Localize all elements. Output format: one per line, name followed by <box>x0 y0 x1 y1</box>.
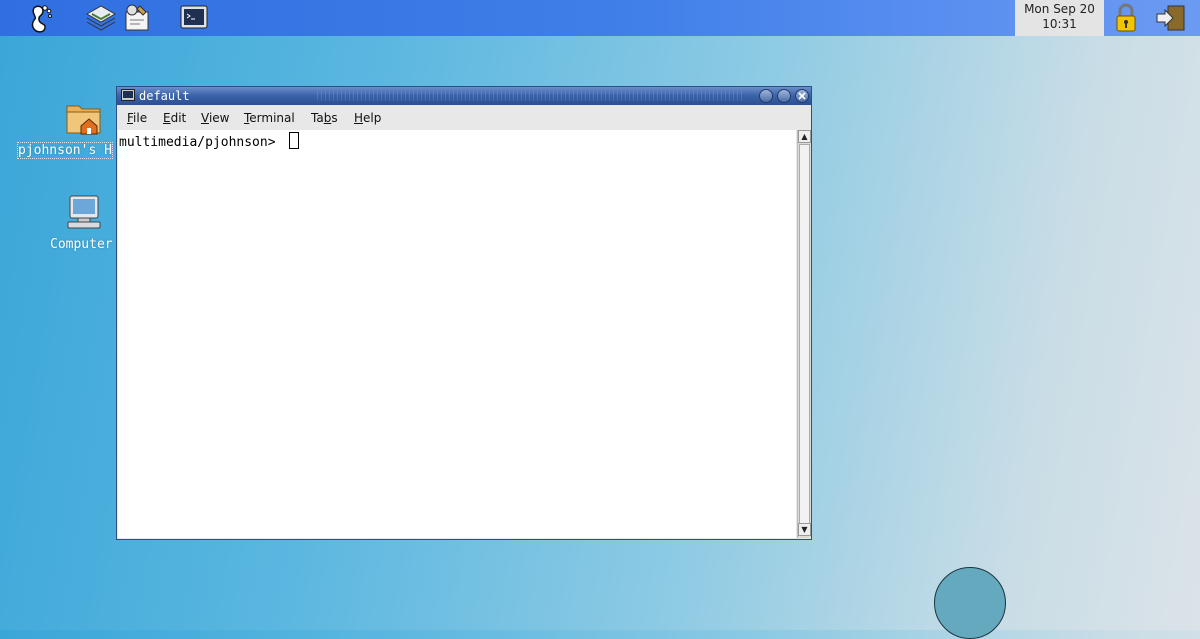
help-icon[interactable] <box>120 2 152 34</box>
scrollbar-thumb[interactable] <box>799 144 810 524</box>
shell-prompt: multimedia/pjohnson> <box>119 135 284 150</box>
text-cursor <box>289 132 300 149</box>
menu-help[interactable]: Help <box>354 111 381 125</box>
file-manager-icon[interactable] <box>84 2 117 34</box>
terminal-window: default File Edit View Terminal Tabs Hel… <box>116 86 812 540</box>
terminal-area[interactable]: multimedia/pjohnson> <box>118 130 796 538</box>
desktop-circle-widget <box>934 567 1006 639</box>
menu-tabs[interactable]: Tabs <box>311 111 338 125</box>
desktop-icon-label-computer: Computer <box>50 237 113 252</box>
gnome-foot-icon[interactable] <box>24 2 56 34</box>
scroll-up-button[interactable]: ▲ <box>798 130 811 143</box>
clock-time: 10:31 <box>1042 17 1077 31</box>
vertical-scrollbar[interactable]: ▲ ▼ <box>797 130 811 538</box>
maximize-button[interactable] <box>777 89 791 103</box>
window-titlebar[interactable]: default <box>117 87 811 105</box>
menu-file[interactable]: File <box>127 111 147 125</box>
close-icon <box>798 92 806 100</box>
clock-date: Mon Sep 20 <box>1024 2 1095 16</box>
scroll-down-button[interactable]: ▼ <box>798 523 811 536</box>
home-folder-icon <box>64 98 104 142</box>
menu-edit[interactable]: Edit <box>163 111 186 125</box>
lock-icon[interactable] <box>1112 2 1144 34</box>
terminal-launcher-icon[interactable] <box>178 2 210 34</box>
menu-view[interactable]: View <box>201 111 229 125</box>
top-panel: Mon Sep 20 10:31 <box>0 0 1200 36</box>
computer-icon <box>64 192 104 236</box>
clock-applet[interactable]: Mon Sep 20 10:31 <box>1015 0 1104 36</box>
menu-terminal[interactable]: Terminal <box>244 111 295 125</box>
desktop-icon-label-home: pjohnson's H <box>17 142 113 159</box>
logout-icon[interactable] <box>1154 2 1186 34</box>
titlebar-grip <box>317 91 745 101</box>
menu-bar: File Edit View Terminal Tabs Help <box>117 106 811 130</box>
minimize-button[interactable] <box>759 89 773 103</box>
window-title: default <box>139 89 190 103</box>
close-button[interactable] <box>795 89 809 103</box>
